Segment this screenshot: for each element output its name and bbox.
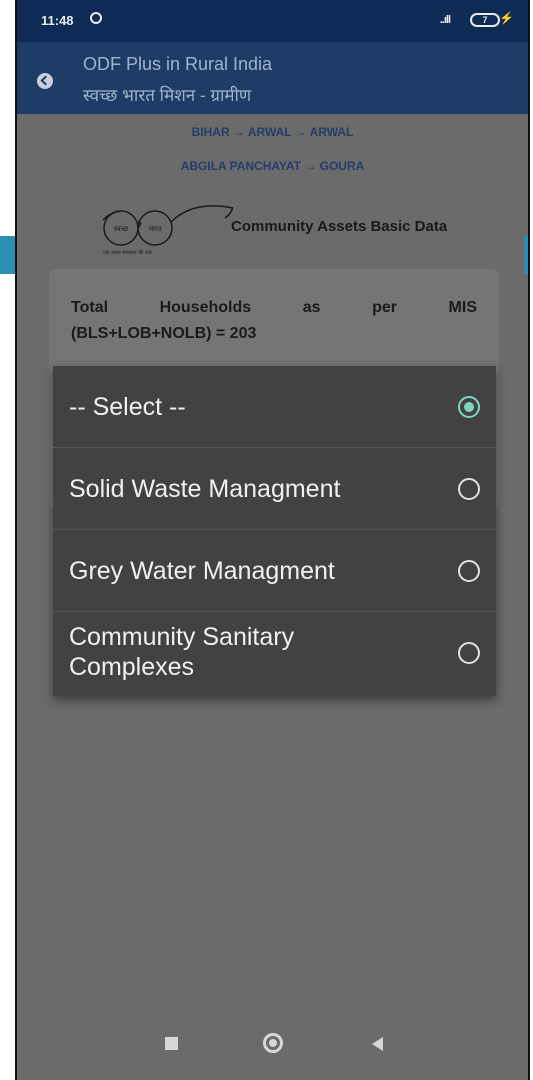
back-button-icon[interactable] — [372, 1037, 383, 1051]
card-word: Total — [71, 299, 109, 316]
households-count-line: (BLS+LOB+NOLB) = 203 — [71, 325, 257, 342]
radio-unselected-icon[interactable] — [458, 560, 480, 582]
back-arrow-icon[interactable] — [37, 73, 53, 89]
breadcrumb-panchayat: ABGILA PANCHAYAT → GOURA — [180, 159, 365, 173]
option-label: -- Select -- — [69, 393, 186, 421]
status-bar: 11:48 ..ıll 7 ⚡ — [17, 0, 528, 42]
card-word: MIS — [448, 299, 477, 316]
option-label: Solid Waste Managment — [69, 475, 341, 503]
card-word: as — [302, 299, 321, 316]
card-word: Households — [159, 299, 252, 316]
radio-unselected-icon[interactable] — [458, 478, 480, 500]
radio-unselected-icon[interactable] — [458, 642, 480, 664]
main-content: BIHAR → ARWAL → ARWAL ABGILA PANCHAYAT →… — [17, 114, 528, 1014]
card-word: per — [372, 299, 397, 316]
app-subtitle: स्वच्छ भारत मिशन - ग्रामीण — [83, 86, 252, 105]
signal-icon: ..ıll — [439, 14, 451, 26]
logo-tagline: एक कदम स्वच्छता की ओर — [103, 249, 153, 256]
phone-screen: 11:48 ..ıll 7 ⚡ ODF Plus in Rural India … — [15, 0, 530, 1080]
bolt-icon: ⚡ — [499, 11, 514, 25]
breadcrumb-location: BIHAR → ARWAL → ARWAL — [191, 125, 354, 139]
swachh-bharat-logo: स्वच्छ भारत एक कदम स्वच्छता की ओर — [102, 205, 233, 256]
app-title: ODF Plus in Rural India — [83, 54, 273, 74]
households-text: Total Households as per MIS (BLS+LOB+NOL… — [71, 295, 477, 347]
logo-right-word: भारत — [148, 225, 163, 233]
option-select[interactable]: -- Select -- — [53, 366, 496, 448]
recents-button-icon[interactable] — [165, 1037, 178, 1050]
navigation-bar — [17, 1010, 528, 1080]
battery-icon: 7 — [470, 13, 500, 27]
do-not-disturb-icon — [90, 12, 102, 24]
logo-left-word: स्वच्छ — [114, 225, 129, 233]
option-grey-water[interactable]: Grey Water Managment — [53, 530, 496, 612]
option-solid-waste[interactable]: Solid Waste Managment — [53, 448, 496, 530]
option-label: Community Sanitary Complexes — [69, 623, 295, 681]
status-time: 11:48 — [41, 13, 74, 28]
option-label: Grey Water Managment — [69, 557, 335, 585]
option-sanitary-complexes[interactable]: Community Sanitary Complexes — [53, 612, 496, 694]
asset-type-dropdown: -- Select -- Solid Waste Managment Grey … — [53, 366, 496, 696]
left-accent-bar — [0, 236, 15, 274]
radio-selected-icon[interactable] — [458, 396, 480, 418]
app-bar: ODF Plus in Rural India स्वच्छ भारत मिशन… — [17, 42, 528, 114]
page-heading: Community Assets Basic Data — [231, 218, 448, 235]
home-button-icon[interactable] — [263, 1033, 283, 1053]
